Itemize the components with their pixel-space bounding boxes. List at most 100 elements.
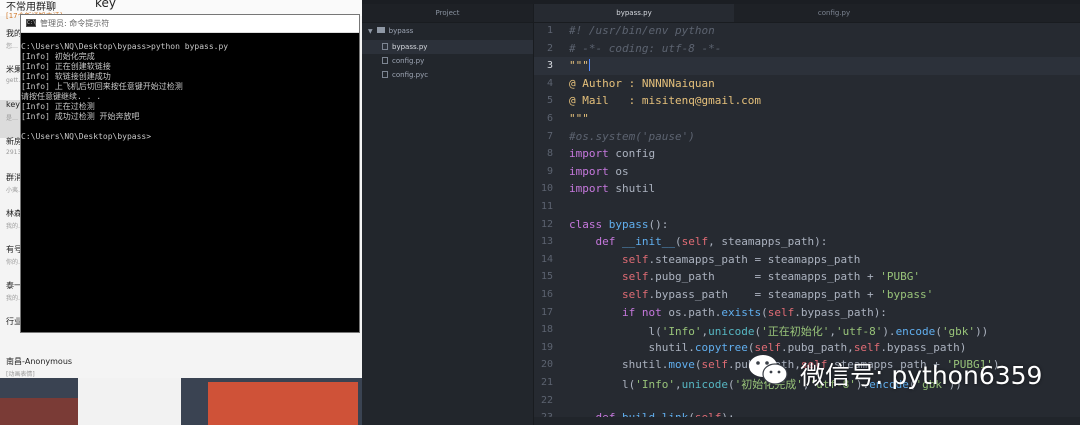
chat-list-item[interactable]: 有号你的… <box>0 244 20 282</box>
chat-list-item[interactable]: 米果 gett… <box>0 64 20 102</box>
code-token: l( <box>569 325 662 339</box>
chat-item-preview: 你的… <box>6 259 20 266</box>
cmd-output-line: 请按任意键继续. . . <box>21 92 102 101</box>
tab-label: config.py <box>817 9 851 17</box>
code-token: self <box>767 305 795 319</box>
code-line[interactable]: 11 <box>534 198 1080 216</box>
file-icon <box>382 57 388 64</box>
cmd-output[interactable]: C:\Users\NQ\Desktop\bypass>python bypass… <box>21 33 359 142</box>
code-token: ( <box>935 325 942 339</box>
tree-file-item[interactable]: bypass.py <box>362 40 533 54</box>
code-token: '正在初始化' <box>761 325 830 339</box>
line-number: 6 <box>546 113 553 124</box>
code-token: unicode <box>681 378 728 391</box>
code-token: if not <box>621 305 662 319</box>
chat-list-item[interactable]: 新房 2913 <box>0 136 20 174</box>
cmd-output-line: [Info] 成功过检测 开始奔放吧 <box>21 112 140 121</box>
code-token: 'utf-8' <box>835 325 883 339</box>
chat-contact-name[interactable]: 南昌-Anonymous <box>6 356 72 367</box>
code-line[interactable]: 13 def __init__(self, steamapps_path): <box>534 233 1080 251</box>
cmd-titlebar[interactable]: C:\ 管理员: 命令提示符 <box>21 15 359 33</box>
code-token: self <box>681 235 709 249</box>
chat-list-item[interactable]: key 是… <box>0 100 20 138</box>
chat-item-preview: 我的… <box>6 223 20 230</box>
chat-list-item[interactable]: 行业 <box>0 316 20 354</box>
cmd-output-line: [Info] 软链接创建成功 <box>21 72 111 81</box>
code-token: class <box>569 217 603 231</box>
code-line[interactable]: 4 @ Author : NNNNNaiquan <box>534 75 1080 93</box>
code-line[interactable]: 14 self.steamapps_path = steamapps_path <box>534 251 1080 269</box>
line-number: 17 <box>540 306 553 318</box>
code-text: l('Info',unicode('正在初始化','utf-8').encode… <box>569 323 988 339</box>
tab-label: bypass.py <box>616 9 652 17</box>
tab-bypass-py[interactable]: bypass.py <box>534 4 734 22</box>
chevron-down-icon: ▼ <box>368 28 373 35</box>
code-token: move <box>668 358 695 372</box>
code-line[interactable]: 15 self.pubg_path = steamapps_path + 'PU… <box>534 268 1080 286</box>
code-token: 'Info' <box>635 378 675 391</box>
code-text: self.bypass_path = steamapps_path + 'byp… <box>569 288 933 301</box>
code-text: """ <box>569 59 590 72</box>
chat-item-preview: 我的… <box>6 295 20 302</box>
chat-item-name: 新房 <box>6 137 20 146</box>
cmd-output-line: [Info] 正在创建软链接 <box>21 62 111 71</box>
chat-list-item[interactable]: 群消小夷… <box>0 172 20 210</box>
code-token: 'gbk' <box>941 325 976 339</box>
code-token: self <box>701 358 728 372</box>
cmd-output-line: [Info] 正在过检测 <box>21 102 95 111</box>
tree-file-item[interactable]: config.py <box>362 54 533 68</box>
project-sidebar: Project ▼ bypass bypass.py config.py config… <box>362 4 534 425</box>
line-number: 13 <box>540 236 553 248</box>
code-token: os.path. <box>661 305 722 319</box>
code-line[interactable]: 9 import os <box>534 163 1080 181</box>
artwork-shape <box>0 398 78 425</box>
code-token: """ <box>569 59 589 73</box>
code-line[interactable]: 12 class bypass(): <box>534 216 1080 234</box>
cmd-output-line: [Info] 上飞机后切回来按任意键开始过检测 <box>21 82 183 91</box>
code-line[interactable]: 3 """ <box>534 57 1080 75</box>
chat-item-preview: 是… <box>6 115 19 122</box>
code-line[interactable]: 18 l('Info',unicode('正在初始化','utf-8').enc… <box>534 321 1080 339</box>
code-line[interactable]: 17 if not os.path.exists(self.bypass_pat… <box>534 304 1080 322</box>
code-line[interactable]: 7 #os.system('pause') <box>534 128 1080 146</box>
code-token: # -*- coding: utf-8 -*- <box>569 41 722 55</box>
code-token: os <box>608 164 629 178</box>
chat-item-preview: 小夷… <box>6 187 20 194</box>
artwork-shape <box>208 382 358 425</box>
chat-list-item[interactable]: 林森我的… <box>0 208 20 246</box>
code-token: ). <box>882 325 896 339</box>
code-line[interactable]: 1 #! /usr/bin/env python <box>534 22 1080 40</box>
tree-folder[interactable]: ▼ bypass <box>362 24 539 38</box>
line-number: 9 <box>546 165 553 177</box>
code-token: @ Author : NNNNNaiquan <box>569 76 715 90</box>
code-line[interactable]: 5 @ Mail : misitenq@gmail.com <box>534 92 1080 110</box>
code-line[interactable]: 2 # -*- coding: utf-8 -*- <box>534 40 1080 58</box>
chat-list-item[interactable]: 我的 您… <box>0 28 20 66</box>
code-text: #os.system('pause') <box>569 130 695 143</box>
code-token: .bypass_path = steamapps_path + <box>648 288 881 301</box>
code-line[interactable]: 10 import shutil <box>534 180 1080 198</box>
tree-folder-label: bypass <box>388 27 414 35</box>
tree-file-item[interactable]: config.pyc <box>362 68 533 82</box>
code-token: .steamapps_path = steamapps_path <box>648 252 861 266</box>
line-number: 11 <box>540 201 553 212</box>
code-line[interactable]: 6 """ <box>534 110 1080 128</box>
code-text: if not os.path.exists(self.bypass_path): <box>569 306 887 319</box>
folder-icon <box>376 27 385 33</box>
cmd-window[interactable]: C:\ 管理员: 命令提示符 C:\Users\NQ\Desktop\bypas… <box>20 14 360 333</box>
code-line[interactable]: 16 self.bypass_path = steamapps_path + '… <box>534 286 1080 304</box>
line-number: 19 <box>540 341 553 353</box>
code-line[interactable]: 8 import config <box>534 145 1080 163</box>
cmd-output-line: C:\Users\NQ\Desktop\bypass> <box>21 132 152 141</box>
tab-config-py[interactable]: config.py <box>734 4 934 22</box>
code-text: @ Author : NNNNNaiquan <box>569 77 715 90</box>
line-number: 20 <box>540 359 553 371</box>
chat-list-item[interactable]: 泰一我的… <box>0 280 20 318</box>
code-token: ( <box>727 378 735 391</box>
code-text: import os <box>569 165 629 178</box>
